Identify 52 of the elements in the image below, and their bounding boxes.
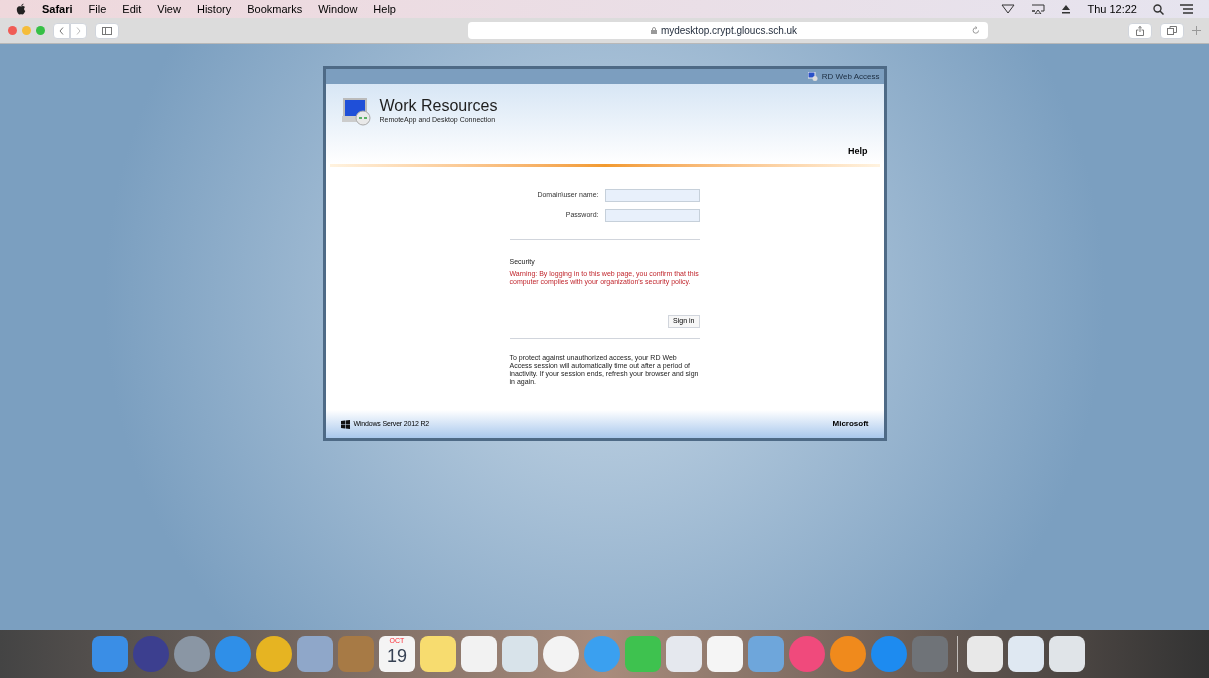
app-icon[interactable]	[1049, 636, 1085, 672]
menu-clock[interactable]: Thu 12:22	[1087, 0, 1137, 18]
computer-icon	[807, 72, 818, 81]
airplay-icon[interactable]	[1031, 4, 1046, 14]
zoom-button[interactable]	[36, 26, 45, 35]
search-icon[interactable]	[1153, 3, 1164, 15]
page-title: Work Resources	[379, 96, 498, 115]
menu-item[interactable]: Bookmarks	[247, 0, 303, 18]
text-input[interactable]	[604, 209, 700, 222]
app-icon[interactable]	[420, 636, 456, 672]
app-icon[interactable]	[543, 636, 579, 672]
rd-web-access-link[interactable]: RD Web Access	[821, 70, 880, 83]
sidebar-icon	[102, 26, 112, 35]
forward-button[interactable]	[70, 22, 87, 39]
tabs-icon	[1167, 26, 1177, 35]
menu-item[interactable]: Help	[373, 0, 396, 18]
chevron-left-icon	[59, 26, 64, 35]
app-icon[interactable]	[967, 636, 1003, 672]
wifi-icon[interactable]	[1001, 4, 1016, 14]
reload-icon[interactable]	[972, 26, 980, 35]
calendar-day: 19	[387, 645, 407, 667]
plus-icon[interactable]	[1192, 26, 1201, 35]
eject-icon[interactable]	[1061, 4, 1072, 14]
menu-item[interactable]: Safari	[42, 0, 73, 18]
back-button[interactable]	[53, 22, 70, 39]
chevron-right-icon	[76, 26, 81, 35]
menu-item[interactable]: Edit	[122, 0, 142, 18]
help-link[interactable]: Help	[848, 144, 868, 158]
app-icon[interactable]	[1008, 636, 1044, 672]
address-text: mydesktop.crypt.gloucs.sch.uk	[660, 24, 798, 38]
tabs-button[interactable]	[1160, 22, 1184, 39]
remote-desktop-icon	[341, 96, 372, 126]
menu-item[interactable]: Window	[318, 0, 358, 18]
lock-icon	[650, 27, 657, 34]
app-icon[interactable]	[256, 636, 292, 672]
sidebar-button[interactable]	[95, 22, 119, 39]
windows-logo-icon	[340, 419, 350, 429]
text-input[interactable]	[604, 189, 700, 202]
close-button[interactable]	[8, 26, 17, 35]
footer-brand: Microsoft	[832, 418, 869, 430]
address-bar[interactable]: mydesktop.crypt.gloucs.sch.uk	[468, 22, 988, 39]
minimize-button[interactable]	[22, 26, 31, 35]
menu-item[interactable]: File	[88, 0, 107, 18]
app-icon[interactable]	[666, 636, 702, 672]
apple-icon[interactable]	[16, 3, 26, 15]
app-icon[interactable]	[707, 636, 743, 672]
list-icon[interactable]	[1180, 4, 1193, 14]
share-icon	[1136, 25, 1144, 36]
app-icon[interactable]	[461, 636, 497, 672]
share-button[interactable]	[1128, 22, 1152, 39]
menu-item[interactable]: History	[196, 0, 232, 18]
menu-item[interactable]: View	[157, 0, 181, 18]
